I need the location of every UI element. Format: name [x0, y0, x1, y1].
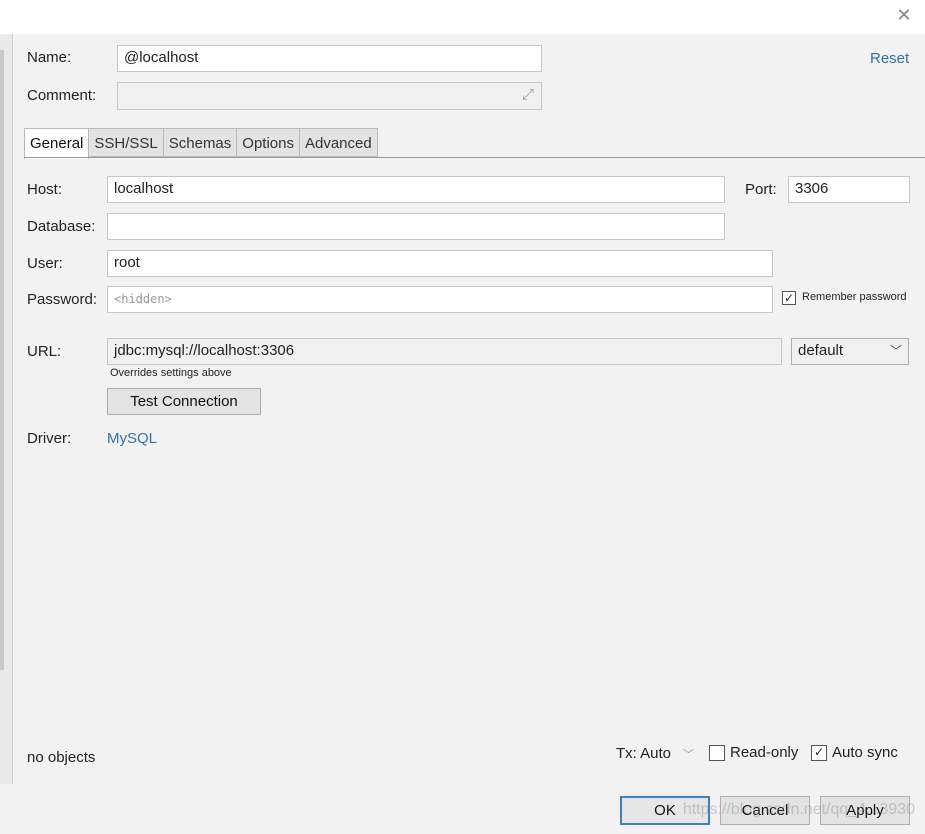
tab-schemas[interactable]: Schemas — [163, 128, 238, 157]
url-mode-value: default — [798, 342, 844, 359]
tx-mode[interactable]: Tx: Auto — [616, 745, 671, 762]
remember-password-checkbox[interactable]: ✓ — [782, 291, 796, 305]
remember-password-label[interactable]: Remember password — [802, 291, 907, 303]
host-label: Host: — [27, 181, 63, 198]
url-input[interactable]: jdbc:mysql://localhost:3306 — [107, 338, 782, 365]
check-icon: ✓ — [813, 745, 825, 759]
password-input[interactable]: <hidden> — [107, 286, 773, 313]
driver-link[interactable]: MySQL — [107, 430, 157, 447]
port-input[interactable]: 3306 — [788, 176, 910, 203]
driver-label: Driver: — [27, 430, 72, 447]
host-input[interactable]: localhost — [107, 176, 725, 203]
url-mode-select[interactable]: default ﹀ — [791, 338, 909, 365]
side-splitter[interactable] — [0, 34, 13, 784]
user-input[interactable]: root — [107, 250, 773, 277]
reset-link[interactable]: Reset — [870, 50, 909, 67]
database-input[interactable] — [107, 213, 725, 240]
expand-icon[interactable]: ⤢ — [519, 86, 537, 104]
watermark-text: https://blog.csdn.net/qq_4...3930 — [682, 801, 915, 818]
auto-sync-label[interactable]: Auto sync — [832, 744, 898, 761]
database-label: Database: — [27, 218, 96, 235]
objects-status: no objects — [27, 749, 96, 766]
tab-bar: General SSH/SSL Schemas Options Advanced — [24, 128, 378, 159]
password-label: Password: — [27, 291, 98, 308]
tab-ssh-ssl[interactable]: SSH/SSL — [89, 128, 164, 157]
chevron-down-icon: ﹀ — [889, 344, 902, 358]
check-icon: ✓ — [783, 291, 795, 305]
splitter-handle[interactable] — [0, 50, 4, 670]
tab-advanced[interactable]: Advanced — [299, 128, 378, 157]
tab-divider — [24, 157, 925, 158]
port-label: Port: — [745, 181, 777, 198]
tab-general[interactable]: General — [24, 128, 90, 159]
test-connection-button[interactable]: Test Connection — [107, 388, 261, 415]
comment-label: Comment: — [27, 87, 97, 104]
name-label: Name: — [27, 49, 72, 66]
comment-input[interactable] — [117, 82, 542, 110]
auto-sync-checkbox[interactable]: ✓ — [811, 745, 827, 761]
chevron-down-icon[interactable]: ﹀ — [683, 746, 694, 762]
user-label: User: — [27, 255, 63, 272]
tab-options[interactable]: Options — [237, 128, 300, 157]
read-only-label[interactable]: Read-only — [730, 744, 798, 761]
name-input[interactable]: @localhost — [117, 45, 542, 72]
read-only-checkbox[interactable] — [709, 745, 725, 761]
close-icon[interactable]: ✕ — [895, 6, 913, 24]
dialog-titlebar — [0, 0, 925, 34]
url-label: URL: — [27, 343, 62, 360]
url-note: Overrides settings above — [110, 367, 232, 379]
